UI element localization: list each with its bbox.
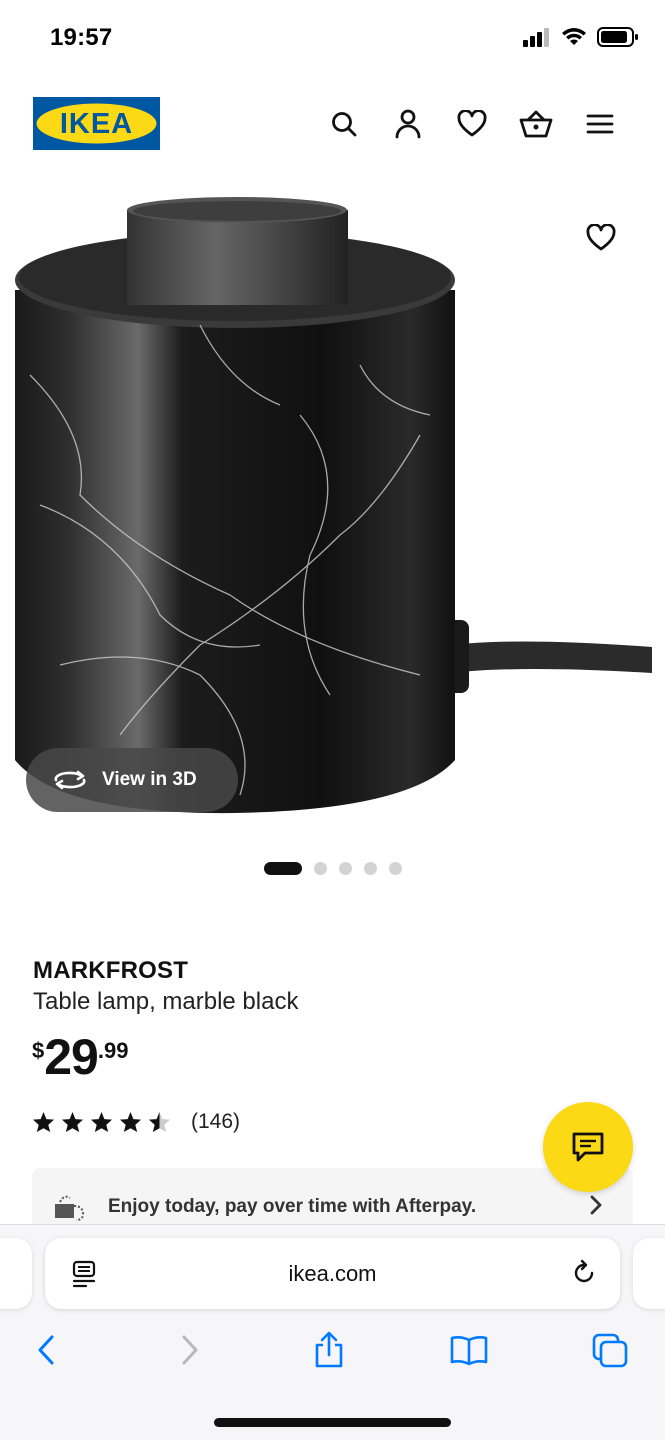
page-menu-icon[interactable] [71,1260,97,1288]
product-description: Table lamp, marble black [33,988,299,1015]
afterpay-text: Enjoy today, pay over time with Afterpay… [108,1196,477,1217]
product-rating[interactable]: (146) [32,1110,240,1134]
wifi-icon [562,28,586,45]
chevron-right-icon [182,1335,198,1365]
signal-icon [523,28,549,47]
half-star-icon [148,1111,171,1133]
status-time: 19:57 [50,24,113,51]
product-price: $ 29 .99 [32,1032,128,1082]
tabs-button[interactable] [588,1328,632,1372]
product-favorite-button[interactable] [581,218,621,258]
forward-button[interactable] [168,1328,212,1372]
carousel-dot-1[interactable] [263,862,302,875]
reload-icon[interactable] [570,1259,598,1287]
heart-icon[interactable] [452,104,492,144]
book-icon [450,1336,488,1366]
account-icon[interactable] [388,104,428,144]
share-button[interactable] [307,1328,351,1372]
product-name: MARKFROST [33,957,189,984]
home-indicator [214,1418,451,1427]
carousel-dot-4[interactable] [363,862,377,875]
ikea-logo[interactable]: IKEA [33,97,160,150]
search-icon[interactable] [324,104,364,144]
view-in-3d-button[interactable]: View in 3D [26,748,238,812]
price-integer: 29 [44,1029,99,1085]
carousel-dot-2[interactable] [313,862,327,875]
view-in-3d-label: View in 3D [102,769,197,790]
share-icon [315,1331,343,1368]
afterpay-icon [55,1195,85,1221]
star-icon [61,1111,84,1133]
star-icon [90,1111,113,1133]
star-icon [119,1111,142,1133]
battery-icon [597,27,638,47]
url-text: ikea.com [288,1260,377,1286]
status-icons [523,26,639,48]
chevron-left-icon [38,1335,54,1365]
tabs-icon [592,1333,628,1368]
carousel-dot-5[interactable] [388,862,402,875]
back-button[interactable] [24,1328,68,1372]
bookmarks-button[interactable] [447,1328,491,1372]
basket-icon[interactable] [516,104,556,144]
rating-count: (146) [191,1110,241,1133]
chat-button[interactable] [543,1102,633,1192]
svg-text:IKEA: IKEA [60,108,133,140]
previous-tab-preview[interactable] [0,1238,32,1309]
price-decimal: .99 [97,1038,129,1063]
chat-icon [572,1132,604,1162]
product-image[interactable] [0,175,665,825]
menu-icon[interactable] [580,104,620,144]
address-bar[interactable]: ikea.com [45,1238,620,1309]
price-currency: $ [32,1038,45,1063]
carousel-indicator [0,862,665,875]
carousel-dot-3[interactable] [338,862,352,875]
chevron-right-icon [590,1195,602,1215]
star-icon [32,1111,55,1133]
next-tab-preview[interactable] [633,1238,665,1309]
rotate-3d-icon [54,770,86,790]
